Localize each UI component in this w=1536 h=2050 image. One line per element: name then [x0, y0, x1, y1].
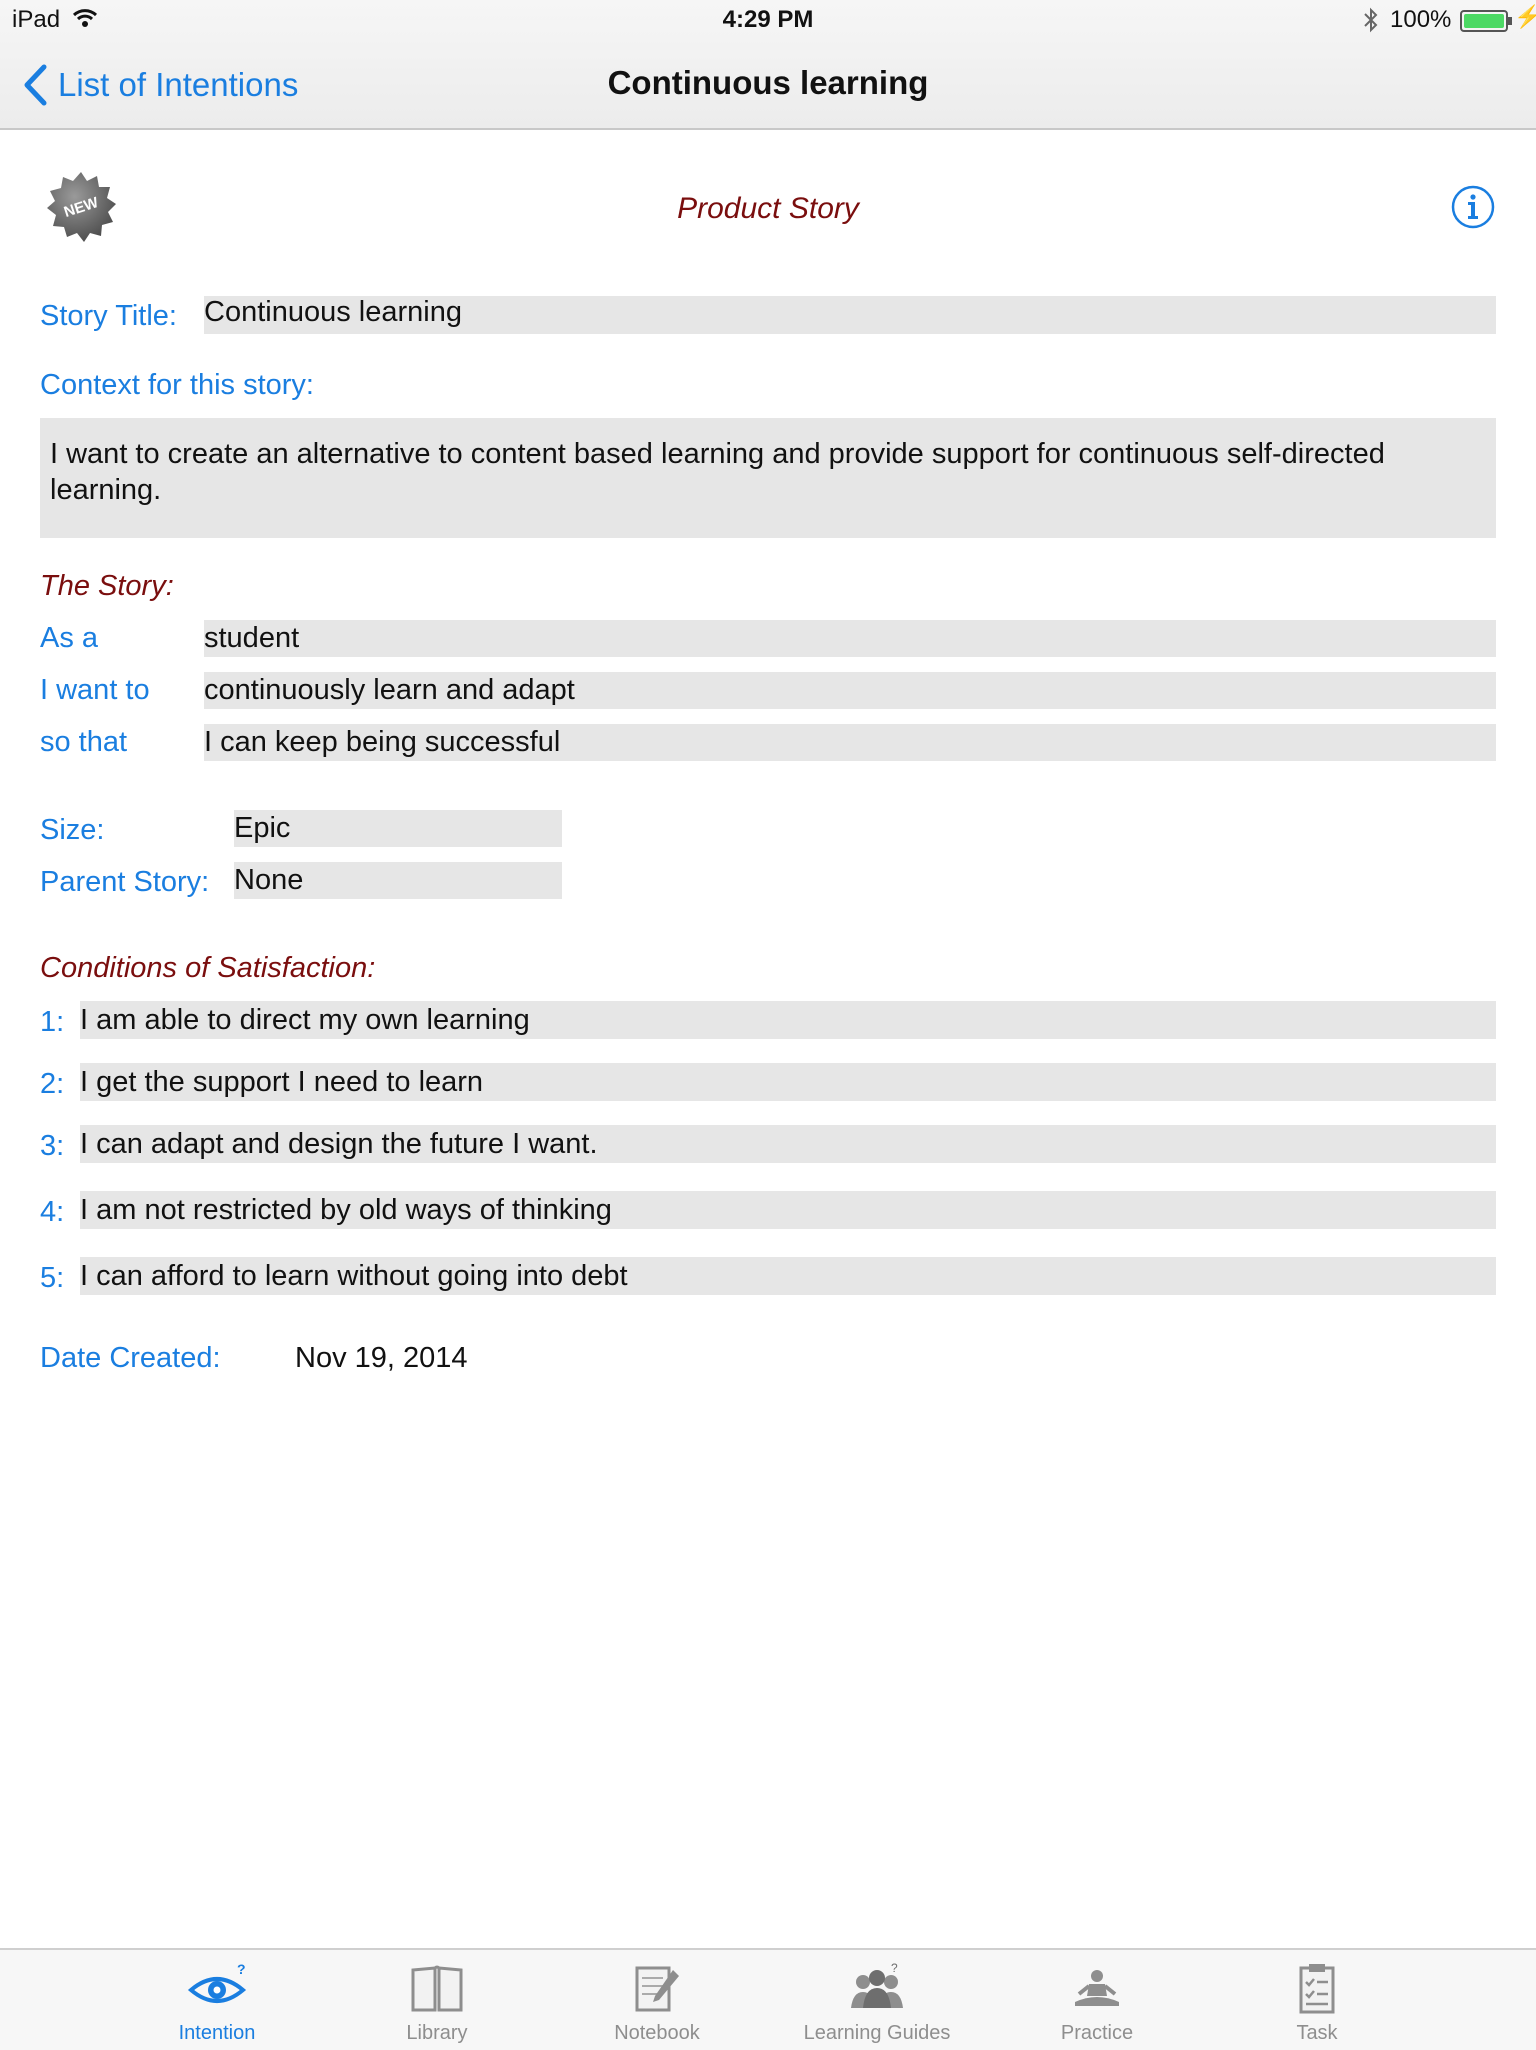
status-time: 4:29 PM — [722, 6, 814, 33]
tab-notebook[interactable]: Notebook — [557, 1950, 757, 2050]
tab-learning-guides[interactable]: ? Learning Guides — [777, 1950, 977, 2050]
condition-field[interactable]: I can afford to learn without going into… — [80, 1257, 1496, 1295]
battery-tip — [1508, 17, 1512, 25]
tab-practice[interactable]: Practice — [997, 1950, 1197, 2050]
checklist-icon — [1299, 1964, 1335, 2014]
as-a-field[interactable]: student — [204, 620, 1496, 657]
condition-field[interactable]: I am not restricted by old ways of think… — [80, 1191, 1496, 1229]
as-a-label: As a — [40, 622, 99, 654]
condition-number: 3: — [40, 1130, 65, 1162]
tab-label: Task — [1296, 2022, 1338, 2044]
condition-number: 5: — [40, 1262, 65, 1294]
condition-number: 4: — [40, 1196, 65, 1228]
tab-label: Practice — [1060, 2022, 1134, 2044]
parent-story-field[interactable]: None — [234, 862, 562, 899]
parent-story-label: Parent Story: — [40, 866, 210, 898]
the-story-heading: The Story: — [40, 570, 174, 602]
tab-intention[interactable]: ? Intention — [117, 1950, 317, 2050]
svg-text:?: ? — [237, 1962, 246, 1977]
book-icon — [411, 1965, 463, 2012]
date-created-value: Nov 19, 2014 — [295, 1342, 468, 1374]
people-icon: ? — [851, 1962, 903, 2008]
size-field[interactable]: Epic — [234, 810, 562, 847]
context-label: Context for this story: — [40, 369, 314, 401]
tab-label: Library — [406, 2022, 468, 2044]
bluetooth-icon — [1364, 7, 1378, 33]
story-title-label: Story Title: — [40, 300, 177, 332]
condition-field[interactable]: I can adapt and design the future I want… — [80, 1125, 1496, 1163]
tab-label: Notebook — [614, 2022, 700, 2044]
condition-field[interactable]: I am able to direct my own learning — [80, 1001, 1496, 1039]
notebook-icon — [635, 1966, 679, 2012]
eye-icon: ? — [187, 1962, 247, 2003]
tab-bar: ? Intention Library Notebook ? Learning … — [0, 1948, 1536, 2050]
context-field[interactable]: I want to create an alternative to conte… — [40, 418, 1496, 538]
svg-text:?: ? — [891, 1962, 898, 1975]
tab-task[interactable]: Task — [1217, 1950, 1417, 2050]
tab-label: Learning Guides — [803, 2022, 951, 2044]
conditions-heading: Conditions of Satisfaction: — [40, 952, 376, 984]
condition-number: 1: — [40, 1006, 65, 1038]
story-title-field[interactable]: Continuous learning — [204, 296, 1496, 334]
date-created-label: Date Created: — [40, 1342, 221, 1374]
battery-icon — [1460, 10, 1508, 32]
so-that-label: so that — [40, 726, 128, 758]
tab-label: Intention — [178, 2022, 256, 2044]
meditation-icon — [1075, 1970, 1119, 2006]
condition-number: 2: — [40, 1068, 65, 1100]
charging-icon: ⚡ — [1514, 4, 1536, 29]
status-battery-percent: 100% — [1390, 6, 1452, 33]
condition-field[interactable]: I get the support I need to learn — [80, 1063, 1496, 1101]
i-want-to-label: I want to — [40, 674, 150, 706]
size-label: Size: — [40, 814, 105, 846]
page-title: Continuous learning — [607, 64, 929, 101]
info-icon[interactable] — [1450, 184, 1496, 230]
tab-library[interactable]: Library — [337, 1950, 537, 2050]
i-want-to-field[interactable]: continuously learn and adapt — [204, 672, 1496, 709]
so-that-field[interactable]: I can keep being successful — [204, 724, 1496, 761]
section-title: Product Story — [677, 192, 859, 225]
